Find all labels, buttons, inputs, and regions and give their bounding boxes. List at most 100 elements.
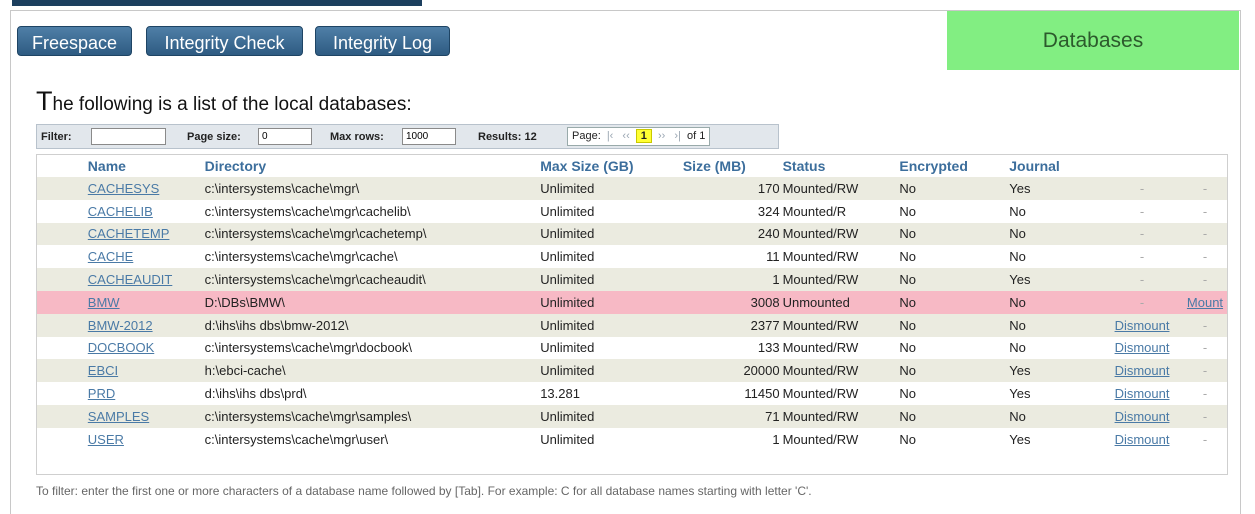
toolbar: Freespace Integrity Check Integrity Log … <box>11 11 1239 70</box>
database-name-link[interactable]: DOCBOOK <box>88 340 154 355</box>
database-name-link[interactable]: SAMPLES <box>88 409 149 424</box>
size-cell: 1 <box>772 431 780 447</box>
integrity-check-button[interactable]: Integrity Check <box>146 26 303 56</box>
database-name-link[interactable]: EBCI <box>88 363 118 378</box>
dismount-link[interactable]: Dismount <box>1115 340 1170 355</box>
max-size-cell: Unlimited <box>540 363 595 379</box>
table-row: DOCBOOK c:\intersystems\cache\mgr\docbook… <box>37 336 1227 360</box>
table-row: CACHE c:\intersystems\cache\mgr\cache\ Unl… <box>37 245 1227 269</box>
database-name-link[interactable]: CACHELIB <box>88 204 153 219</box>
database-name-link[interactable]: PRD <box>88 386 115 401</box>
empty-action: - <box>1202 408 1208 424</box>
status-cell: Unmounted <box>782 294 850 310</box>
journal-cell: Yes <box>1009 272 1031 288</box>
mount-link[interactable]: Mount <box>1187 295 1223 310</box>
column-header[interactable]: Max Size (GB) <box>540 155 683 177</box>
freespace-button[interactable]: Freespace <box>17 26 132 56</box>
table-row: SAMPLES c:\intersystems\cache\mgr\samples… <box>37 404 1227 428</box>
column-header[interactable]: Journal <box>1009 155 1101 177</box>
table-row: CACHESYS c:\intersystems\cache\mgr\ Unlimi… <box>37 177 1227 200</box>
size-cell: 20000 <box>743 363 780 379</box>
current-page[interactable]: 1 <box>635 129 652 143</box>
journal-cell: No <box>1009 317 1026 333</box>
database-name-link[interactable]: USER <box>88 432 124 447</box>
pager: Page: |‹ ‹‹ 1 ›› ›| of 1 <box>567 127 711 146</box>
column-header[interactable]: Name <box>88 155 205 177</box>
first-page-icon[interactable]: |‹ <box>607 130 614 142</box>
size-cell: 240 <box>757 226 780 242</box>
size-cell: 133 <box>757 340 780 356</box>
database-name-link[interactable]: CACHEAUDIT <box>88 272 173 287</box>
directory-cell: h:\ebci-cache\ <box>204 363 286 379</box>
max-rows-input[interactable] <box>402 128 456 145</box>
directory-cell: c:\intersystems\cache\mgr\cachelib\ <box>204 203 411 219</box>
empty-action: - <box>1202 226 1208 242</box>
empty-action: - <box>1139 294 1145 310</box>
empty-action: - <box>1202 386 1208 402</box>
directory-cell: c:\intersystems\cache\mgr\user\ <box>204 431 389 447</box>
directory-cell: d:\ihs\ihs dbs\bmw-2012\ <box>204 317 349 333</box>
last-page-icon[interactable]: ›| <box>674 130 681 142</box>
journal-cell: No <box>1009 408 1026 424</box>
next-page-icon[interactable]: ›› <box>658 130 665 142</box>
directory-cell: c:\intersystems\cache\mgr\cachetemp\ <box>204 226 427 242</box>
table-row: BMW-2012 d:\ihs\ihs dbs\bmw-2012\ Unlimite… <box>37 313 1227 337</box>
encrypted-cell: No <box>899 408 917 424</box>
dismount-link[interactable]: Dismount <box>1115 409 1170 424</box>
empty-action: - <box>1139 226 1145 242</box>
status-cell: Mounted/RW <box>782 249 859 265</box>
encrypted-cell: No <box>899 431 917 447</box>
integrity-log-button[interactable]: Integrity Log <box>315 26 450 56</box>
size-cell: 324 <box>757 203 780 219</box>
column-header[interactable]: Status <box>783 155 900 177</box>
max-size-cell: Unlimited <box>540 203 595 219</box>
directory-cell: c:\intersystems\cache\mgr\docbook\ <box>204 340 413 356</box>
column-header[interactable]: Encrypted <box>899 155 1009 177</box>
database-name-link[interactable]: BMW <box>88 295 120 310</box>
status-cell: Mounted/RW <box>782 431 859 447</box>
table-row: CACHELIB c:\intersystems\cache\mgr\cachel… <box>37 199 1227 223</box>
journal-cell: No <box>1009 226 1026 242</box>
page-size-input[interactable] <box>258 128 312 145</box>
table-body: CACHESYS c:\intersystems\cache\mgr\ Unlimi… <box>37 177 1227 451</box>
journal-cell: Yes <box>1009 431 1031 447</box>
encrypted-cell: No <box>899 317 917 333</box>
directory-cell: D:\DBs\BMW\ <box>204 294 285 310</box>
status-cell: Mounted/R <box>782 203 847 219</box>
journal-cell: Yes <box>1009 386 1031 402</box>
page-label: Page: <box>572 130 601 142</box>
directory-cell: c:\intersystems\cache\mgr\cacheaudit\ <box>204 272 426 288</box>
encrypted-cell: No <box>899 363 917 379</box>
empty-action: - <box>1139 180 1145 196</box>
database-name-link[interactable]: BMW-2012 <box>88 318 153 333</box>
size-cell: 11 <box>766 249 780 265</box>
empty-action: - <box>1202 340 1208 356</box>
encrypted-cell: No <box>899 180 917 196</box>
table-row: USER c:\intersystems\cache\mgr\user\ Unlim… <box>37 427 1227 451</box>
encrypted-cell: No <box>899 203 917 219</box>
max-rows-label: Max rows: <box>330 131 384 143</box>
column-header[interactable]: Directory <box>205 155 541 177</box>
dismount-link[interactable]: Dismount <box>1115 432 1170 447</box>
empty-action: - <box>1202 363 1208 379</box>
table-row: CACHEAUDIT c:\intersystems\cache\mgr\cach… <box>37 268 1227 291</box>
database-name-link[interactable]: CACHE <box>88 249 134 264</box>
databases-table-container: Name Directory Max Size (GB) Size (MB) S… <box>36 154 1228 475</box>
database-name-link[interactable]: CACHETEMP <box>88 226 170 241</box>
filter-input[interactable] <box>91 128 166 145</box>
page-title-text: he following is a list of the local data… <box>52 94 412 115</box>
column-header[interactable]: Size (MB) <box>683 155 783 177</box>
dismount-link[interactable]: Dismount <box>1115 386 1170 401</box>
page-title-initial: T <box>36 86 53 116</box>
database-name-link[interactable]: CACHESYS <box>88 181 160 196</box>
journal-cell: Yes <box>1009 180 1031 196</box>
prev-page-icon[interactable]: ‹‹ <box>622 130 629 142</box>
empty-action: - <box>1202 249 1208 265</box>
dismount-link[interactable]: Dismount <box>1115 318 1170 333</box>
status-cell: Mounted/RW <box>782 340 859 356</box>
max-size-cell: Unlimited <box>540 408 595 424</box>
encrypted-cell: No <box>899 340 917 356</box>
dismount-link[interactable]: Dismount <box>1115 363 1170 378</box>
status-cell: Mounted/RW <box>782 386 859 402</box>
empty-action: - <box>1139 203 1145 219</box>
